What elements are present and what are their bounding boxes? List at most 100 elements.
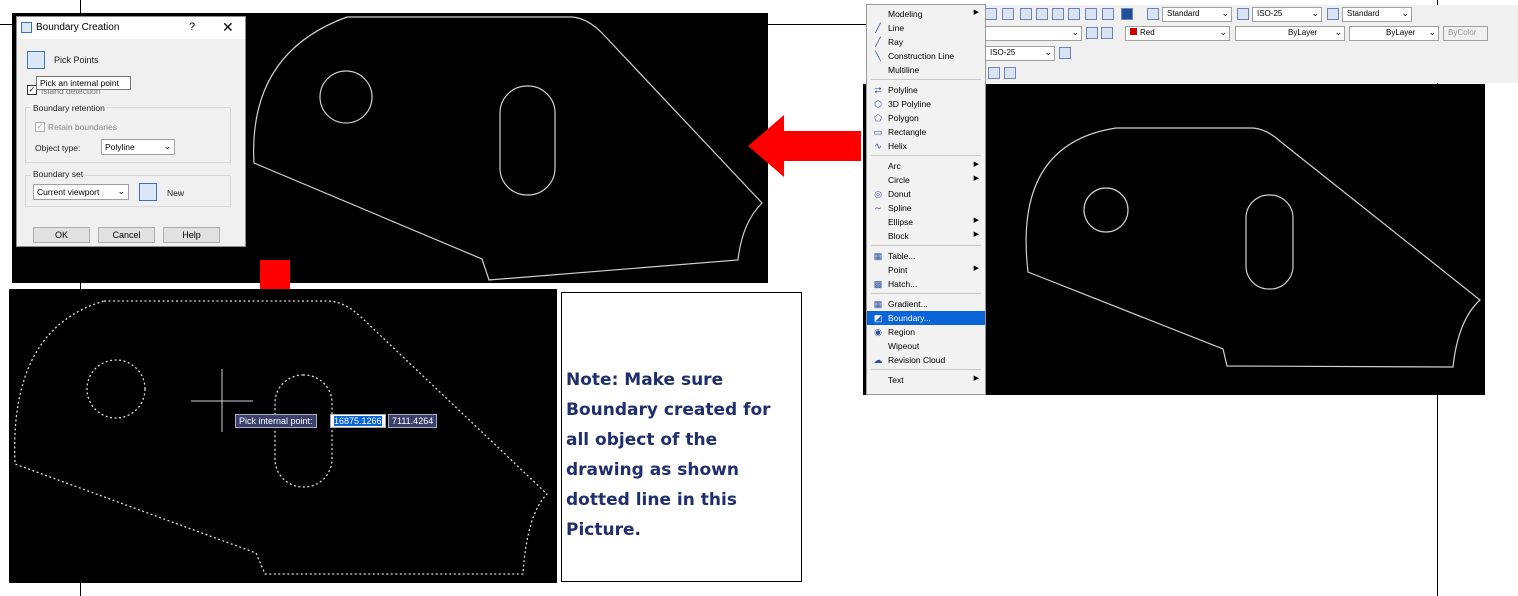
- menu-item-label: Polyline: [888, 85, 918, 95]
- dialog-title-bar[interactable]: Boundary Creation ? ✕: [17, 17, 245, 39]
- menu-item-multiline[interactable]: Multiline: [867, 63, 985, 77]
- menu-item-label: Modeling: [888, 9, 923, 19]
- pick-x-value: 16875.1266: [334, 416, 382, 426]
- menu-item-polygon[interactable]: ⬠ Polygon: [867, 111, 985, 125]
- color-swatch: [1130, 28, 1137, 35]
- menu-item-arc[interactable]: Arc ▶: [867, 159, 985, 173]
- menu-item-circle[interactable]: Circle ▶: [867, 173, 985, 187]
- menu-item-label: Donut: [888, 189, 911, 199]
- polygon-icon: ⬠: [874, 113, 882, 123]
- dim-update-icon[interactable]: [1059, 47, 1071, 59]
- chevron-down-icon: ⌄: [1221, 8, 1229, 18]
- menu-item-point[interactable]: Point ▶: [867, 263, 985, 277]
- menu-item-gradient[interactable]: ▦ Gradient...: [867, 297, 985, 311]
- pick-points-tooltip: Pick an internal point: [36, 76, 131, 90]
- menu-item-donut[interactable]: ◎ Donut: [867, 187, 985, 201]
- menu-item-rectangle[interactable]: ▭ Rectangle: [867, 125, 985, 139]
- menu-item-label: Helix: [888, 141, 907, 151]
- menu-item-construction-line[interactable]: ╲ Construction Line: [867, 49, 985, 63]
- menu-item-text[interactable]: Text ▶: [867, 373, 985, 387]
- chevron-down-icon: ⌄: [1428, 27, 1436, 37]
- workspace-icon[interactable]: [988, 67, 1000, 79]
- drawing-canvas-boundary[interactable]: Pick internal point: 16875.1266 7111.426…: [9, 289, 557, 583]
- menu-item-table[interactable]: ▦ Table...: [867, 249, 985, 263]
- gradient-icon: ▦: [873, 299, 883, 309]
- menu-item-block[interactable]: Block ▶: [867, 229, 985, 243]
- menu-item-revision-cloud[interactable]: ☁ Revision Cloud: [867, 353, 985, 367]
- note-box: Note: Make sure Boundary created for all…: [561, 292, 802, 582]
- layer-select[interactable]: ⌄: [985, 26, 1082, 41]
- menu-item-polyline[interactable]: ⮂ Polyline: [867, 83, 985, 97]
- menu-item-3d-polyline[interactable]: ⬡ 3D Polyline: [867, 97, 985, 111]
- boundary-set-title: Boundary set: [31, 169, 86, 179]
- layer-previous-icon[interactable]: [1101, 27, 1113, 39]
- ok-button[interactable]: OK: [33, 227, 90, 243]
- table-style-select[interactable]: Standard ⌄: [1342, 7, 1412, 22]
- boundary-set-select[interactable]: Current viewport ⌄: [33, 184, 129, 200]
- workspace-settings-icon[interactable]: [1004, 67, 1016, 79]
- submenu-arrow-icon: ▶: [973, 161, 979, 168]
- menu-item-helix[interactable]: ∿ Helix: [867, 139, 985, 153]
- menu-item-wipeout[interactable]: Wipeout: [867, 339, 985, 353]
- dim-style-select-2[interactable]: ISO-25 ⌄: [985, 46, 1055, 61]
- boundary-set-value: Current viewport: [37, 187, 100, 197]
- plot-style-select[interactable]: ByColor: [1443, 26, 1488, 41]
- close-icon[interactable]: ✕: [222, 19, 234, 36]
- menu-separator: [871, 369, 981, 370]
- lineweight-value: ByLayer: [1386, 28, 1416, 37]
- make-current-layer-icon[interactable]: [1086, 27, 1098, 39]
- submenu-arrow-icon: ▶: [973, 9, 979, 16]
- help-icon[interactable]: [1121, 8, 1133, 20]
- menu-item-label: Hatch...: [888, 279, 918, 289]
- pick-y-input[interactable]: 7111.4264: [388, 414, 438, 428]
- zoom-window-icon[interactable]: [1002, 8, 1014, 20]
- help-icon[interactable]: ?: [189, 21, 195, 33]
- markup-icon[interactable]: [1085, 8, 1097, 20]
- tool-palette-icon[interactable]: [1052, 8, 1064, 20]
- pick-prompt-label: Pick internal point:: [235, 414, 317, 428]
- menu-item-hatch[interactable]: ▩ Hatch...: [867, 277, 985, 291]
- dim-style-select[interactable]: ISO-25 ⌄: [1252, 7, 1322, 22]
- calculator-icon[interactable]: [1102, 8, 1114, 20]
- zoom-icon[interactable]: [985, 8, 997, 20]
- note-text: Note: Make sure Boundary created for all…: [566, 370, 771, 540]
- draw-menu[interactable]: Modeling ▶ ╱ Line ╱ Ray ╲ Construction Line Mult…: [866, 4, 986, 395]
- properties-icon[interactable]: [1036, 8, 1048, 20]
- color-select[interactable]: Red ⌄: [1125, 26, 1230, 41]
- menu-item-line[interactable]: ╱ Line: [867, 21, 985, 35]
- pick-points-label[interactable]: Pick Points: [54, 55, 99, 65]
- menu-separator: [871, 79, 981, 80]
- spline-icon: ∼: [874, 203, 882, 213]
- chevron-down-icon: ⌄: [163, 141, 171, 151]
- new-label[interactable]: New: [167, 188, 184, 198]
- dim-style-2-value: ISO-25: [990, 48, 1016, 57]
- menu-item-boundary[interactable]: ◩ Boundary...: [867, 311, 985, 325]
- text-style-icon[interactable]: [1147, 8, 1159, 20]
- menu-item-region[interactable]: ◉ Region: [867, 325, 985, 339]
- menu-item-label: Gradient...: [888, 299, 928, 309]
- menu-separator: [871, 245, 981, 246]
- menu-item-label: Boundary...: [888, 313, 931, 323]
- help-button[interactable]: Help: [163, 227, 220, 243]
- design-center-icon[interactable]: [1020, 8, 1032, 20]
- lineweight-select[interactable]: ByLayer ⌄: [1349, 26, 1439, 41]
- text-style-select[interactable]: Standard ⌄: [1162, 7, 1232, 22]
- sheet-set-icon[interactable]: [1068, 8, 1080, 20]
- retain-boundaries-checkbox[interactable]: ✓: [35, 122, 45, 132]
- menu-item-spline[interactable]: ∼ Spline: [867, 201, 985, 215]
- menu-item-label: Construction Line: [888, 51, 955, 61]
- menu-item-ray[interactable]: ╱ Ray: [867, 35, 985, 49]
- menu-item-ellipse[interactable]: Ellipse ▶: [867, 215, 985, 229]
- pick-x-input[interactable]: 16875.1266: [330, 414, 386, 428]
- dim-style-icon[interactable]: [1237, 8, 1249, 20]
- pick-points-icon[interactable]: [27, 51, 45, 69]
- table-style-value: Standard: [1347, 9, 1380, 18]
- menu-separator: [871, 155, 981, 156]
- cancel-button[interactable]: Cancel: [98, 227, 155, 243]
- object-type-select[interactable]: Polyline ⌄: [101, 139, 175, 155]
- table-style-icon[interactable]: [1327, 8, 1339, 20]
- boundary-creation-dialog[interactable]: Boundary Creation ? ✕ Pick Points ✓ Isla…: [16, 16, 246, 247]
- new-selection-icon[interactable]: [139, 183, 157, 201]
- menu-item-modeling[interactable]: Modeling ▶: [867, 7, 985, 21]
- linetype-select[interactable]: ByLayer ⌄: [1235, 26, 1345, 41]
